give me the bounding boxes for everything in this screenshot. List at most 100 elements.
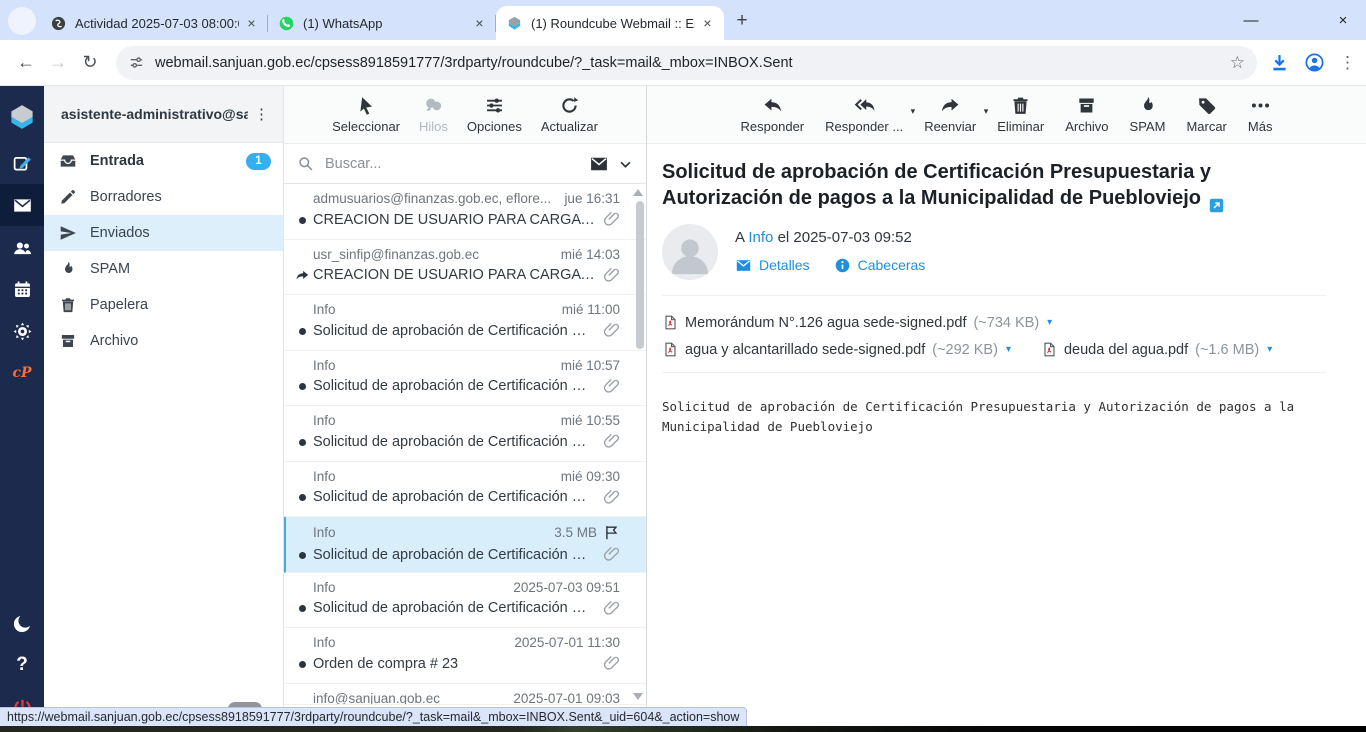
envelope-icon: [735, 256, 752, 274]
cpanel-icon: cP: [12, 365, 31, 381]
rail-top: cP: [0, 86, 44, 394]
button-label: Responder: [741, 119, 805, 134]
browser-tab-3[interactable]: (1) Roundcube Webmail :: Envia×: [496, 6, 724, 40]
message-row-5[interactable]: Infomié 10:55Solicitud de aprobación de …: [284, 406, 646, 462]
browser-toolbar: ← → ↻ webmail.sanjuan.gob.ec/cpsess89185…: [0, 40, 1366, 86]
message-row-7[interactable]: Info3.5 MBSolicitud de aprobación de Cer…: [284, 517, 646, 573]
row-sender: Info: [313, 525, 546, 540]
profile-icon[interactable]: [1304, 52, 1325, 73]
attachment-file[interactable]: agua y alcantarillado sede-signed.pdf(~2…: [662, 340, 1011, 359]
rail-item-compose[interactable]: [0, 142, 44, 184]
restore-button[interactable]: [1274, 0, 1320, 40]
attachments-section: Memorándum N°.126 agua sede-signed.pdf (~…: [662, 295, 1326, 373]
search-options-chevron-icon[interactable]: [618, 156, 633, 171]
folder-item-enviados[interactable]: Enviados: [44, 215, 283, 251]
browser-menu-icon[interactable]: ⋮: [1339, 53, 1356, 73]
message-row-6[interactable]: Infomié 09:30Solicitud de aprobación de …: [284, 462, 646, 518]
msg-responder-button[interactable]: Responder: [741, 95, 805, 134]
rail-item-mail[interactable]: [0, 184, 44, 226]
trash-icon: [1010, 95, 1031, 116]
row-date: mié 10:57: [561, 358, 620, 373]
search-input[interactable]: [323, 155, 580, 173]
dropdown-caret-icon[interactable]: ▾: [984, 106, 989, 117]
message-row-8[interactable]: Info2025-07-03 09:51Solicitud de aprobac…: [284, 573, 646, 629]
flag-icon[interactable]: [603, 524, 620, 541]
downloads-icon[interactable]: [1269, 52, 1290, 73]
msg-eliminar-button[interactable]: Eliminar: [997, 95, 1044, 134]
list-hilos-button[interactable]: Hilos: [419, 95, 448, 134]
minimize-button[interactable]: —: [1228, 0, 1274, 40]
browser-tab-2[interactable]: (1) WhatsApp ×: [268, 6, 496, 40]
recipient-link[interactable]: Info: [748, 229, 773, 246]
folder-item-borradores[interactable]: Borradores: [44, 179, 283, 215]
msg-marcar-button[interactable]: Marcar: [1186, 95, 1226, 134]
attachment-name[interactable]: agua y alcantarillado sede-signed.pdf: [685, 342, 925, 358]
msg-archivo-button[interactable]: Archivo: [1065, 95, 1108, 134]
attachment-menu-caret-icon[interactable]: ▾: [1047, 317, 1052, 328]
message-row-4[interactable]: Infomié 10:57Solicitud de aprobación de …: [284, 351, 646, 407]
rail-item-calendar[interactable]: [0, 268, 44, 310]
address-bar[interactable]: webmail.sanjuan.gob.ec/cpsess8918591777/…: [116, 46, 1257, 80]
list-seleccionar-button[interactable]: Seleccionar: [332, 95, 400, 134]
search-scope-envelope-icon[interactable]: [589, 154, 609, 174]
scrollbar-thumb[interactable]: [636, 201, 644, 349]
rail-item-settings[interactable]: [0, 310, 44, 352]
row-date: 2025-07-03 09:51: [513, 580, 620, 595]
rail-item-dark-mode[interactable]: [0, 602, 44, 644]
scroll-down-arrow[interactable]: [633, 693, 643, 700]
tab-title: (1) WhatsApp: [303, 16, 467, 31]
open-in-new-window-icon[interactable]: [1208, 192, 1225, 209]
tab-search-button[interactable]: [8, 7, 36, 35]
new-tab-button[interactable]: +: [728, 7, 756, 35]
message-row-2[interactable]: usr_sinfip@finanzas.gob.ecmié 14:03CREAC…: [284, 240, 646, 296]
folder-item-spam[interactable]: SPAM: [44, 251, 283, 287]
reply-all-icon: [854, 95, 875, 116]
attachment-file[interactable]: Memorándum N°.126 agua sede-signed.pdf(~…: [662, 313, 1052, 332]
message-row-9[interactable]: Info2025-07-01 11:30Orden de compra # 23: [284, 628, 646, 684]
bookmark-icon[interactable]: ☆: [1230, 53, 1245, 73]
message-row-3[interactable]: Infomié 11:00Solicitud de aprobación de …: [284, 295, 646, 351]
attachment-size: (~1.6 MB): [1195, 342, 1259, 358]
attachment-name[interactable]: deuda del agua.pdf: [1064, 342, 1188, 358]
msg-reenviar-button[interactable]: Reenviar▾: [924, 95, 976, 134]
message-row-1[interactable]: admusuarios@finanzas.gob.ec, eflore...ju…: [284, 184, 646, 240]
site-settings-icon[interactable]: [128, 54, 145, 71]
status-url: https://webmail.sanjuan.gob.ec/cpsess891…: [7, 710, 739, 724]
webmail-app: cP ? asistente-administrativo@sa... ⋮ En…: [0, 86, 1366, 732]
list-opciones-button[interactable]: Opciones: [467, 95, 522, 134]
forward-icon: [940, 95, 961, 116]
info-icon: [834, 256, 851, 274]
message-toolbar: Responder Responder ...▾ Reenviar▾ Eliminar…: [647, 86, 1366, 144]
folder-menu-icon[interactable]: ⋮: [248, 105, 275, 123]
attachment-menu-caret-icon[interactable]: ▾: [1006, 344, 1011, 355]
url-text[interactable]: webmail.sanjuan.gob.ec/cpsess8918591777/…: [155, 55, 1222, 71]
forward-button[interactable]: →: [42, 47, 74, 79]
folder-item-entrada[interactable]: Entrada1: [44, 143, 283, 179]
folder-item-papelera[interactable]: Papelera: [44, 287, 283, 323]
cabeceras-link[interactable]: Cabeceras: [834, 256, 926, 274]
rail-item-contacts[interactable]: [0, 226, 44, 268]
rail-item-cpanel[interactable]: cP: [0, 352, 44, 394]
close-button[interactable]: ×: [1320, 0, 1366, 40]
tab-close-icon[interactable]: ×: [699, 15, 716, 32]
list-actualizar-button[interactable]: Actualizar: [541, 95, 598, 134]
attachment-menu-caret-icon[interactable]: ▾: [1267, 344, 1272, 355]
msg-responder-button[interactable]: Responder ...▾: [825, 95, 903, 134]
unread-marker: [294, 489, 310, 505]
rail-item-help[interactable]: ?: [0, 644, 44, 686]
button-label: Archivo: [1065, 119, 1108, 134]
msg-spam-button[interactable]: SPAM: [1130, 95, 1166, 134]
detalles-link[interactable]: Detalles: [735, 256, 810, 274]
attachment-name[interactable]: Memorándum N°.126 agua sede-signed.pdf: [685, 315, 966, 331]
dropdown-caret-icon[interactable]: ▾: [911, 106, 916, 117]
reload-button[interactable]: ↻: [74, 47, 106, 79]
folder-item-archivo[interactable]: Archivo: [44, 323, 283, 359]
tab-close-icon[interactable]: ×: [471, 15, 488, 32]
tab-close-icon[interactable]: ×: [243, 15, 260, 32]
row-subject: Orden de compra # 23: [313, 656, 595, 672]
msg-ms-button[interactable]: Más: [1248, 95, 1273, 134]
back-button[interactable]: ←: [10, 47, 42, 79]
browser-tab-1[interactable]: Actividad 2025-07-03 08:00:00×: [40, 6, 268, 40]
attachment-file[interactable]: deuda del agua.pdf (~1.6 MB) ▾: [1041, 340, 1272, 359]
scroll-up-arrow[interactable]: [633, 189, 643, 196]
